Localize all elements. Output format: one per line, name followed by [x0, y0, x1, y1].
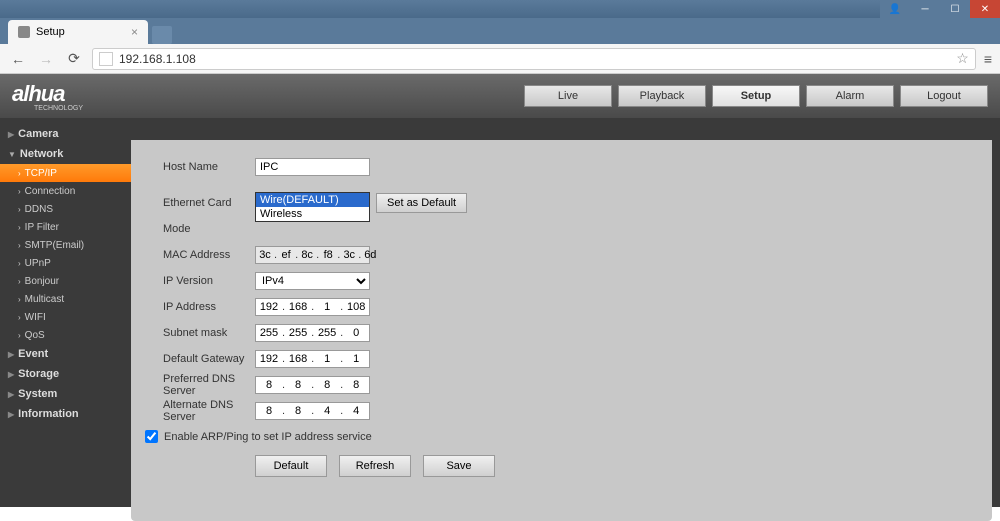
mode-label: Mode — [163, 223, 255, 235]
sidebar-item-ddns[interactable]: ›DDNS — [0, 200, 131, 218]
back-button[interactable]: ← — [8, 49, 28, 69]
alt-dns-input[interactable]: . . . — [255, 402, 370, 420]
tab-title: Setup — [36, 26, 65, 38]
alt-dns-label: Alternate DNS Server — [163, 399, 255, 423]
page-icon — [99, 52, 113, 66]
mac-address-display: . . . . . — [255, 246, 370, 264]
tab-alarm[interactable]: Alarm — [806, 85, 894, 107]
default-button[interactable]: Default — [255, 455, 327, 477]
content-panel: Host Name Ethernet Card Wire(DEFAULT) Se… — [131, 140, 992, 521]
mac-label: MAC Address — [163, 249, 255, 261]
save-button[interactable]: Save — [423, 455, 495, 477]
sidebar-section-network[interactable]: ▼Network — [0, 144, 131, 164]
ip-address-input[interactable]: . . . — [255, 298, 370, 316]
ip-address-label: IP Address — [163, 301, 255, 313]
bookmark-icon[interactable]: ☆ — [956, 50, 969, 67]
arp-checkbox[interactable] — [145, 430, 158, 443]
sidebar-item-tcpip[interactable]: ›TCP/IP — [0, 164, 131, 182]
subnet-label: Subnet mask — [163, 327, 255, 339]
sidebar-section-information[interactable]: ▶Information — [0, 404, 131, 424]
tab-setup[interactable]: Setup — [712, 85, 800, 107]
gateway-label: Default Gateway — [163, 353, 255, 365]
ip-version-select[interactable]: IPv4 — [255, 272, 370, 290]
minimize-button[interactable]: ─ — [910, 0, 940, 18]
sidebar-item-wifi[interactable]: ›WIFI — [0, 308, 131, 326]
logo: alhua TECHNOLOGY — [12, 81, 83, 112]
sidebar-item-connection[interactable]: ›Connection — [0, 182, 131, 200]
pref-dns-input[interactable]: . . . — [255, 376, 370, 394]
host-name-label: Host Name — [163, 161, 255, 173]
tab-close-icon[interactable]: × — [131, 25, 138, 39]
sidebar-section-system[interactable]: ▶System — [0, 384, 131, 404]
browser-titlebar: 👤 ─ ☐ ✕ — [0, 0, 1000, 18]
sidebar-item-qos[interactable]: ›QoS — [0, 326, 131, 344]
set-default-button[interactable]: Set as Default — [376, 193, 467, 213]
sidebar: ▶Camera ▼Network ›TCP/IP ›Connection ›DD… — [0, 118, 131, 507]
host-name-input[interactable] — [255, 158, 370, 176]
ethernet-card-label: Ethernet Card — [163, 197, 255, 209]
ip-version-label: IP Version — [163, 275, 255, 287]
sidebar-item-ipfilter[interactable]: ›IP Filter — [0, 218, 131, 236]
tab-logout[interactable]: Logout — [900, 85, 988, 107]
browser-toolbar: ← → ⟳ 192.168.1.108 ☆ ≡ — [0, 44, 1000, 74]
pref-dns-label: Preferred DNS Server — [163, 373, 255, 397]
sidebar-section-event[interactable]: ▶Event — [0, 344, 131, 364]
url-text: 192.168.1.108 — [119, 52, 196, 66]
subnet-input[interactable]: . . . — [255, 324, 370, 342]
maximize-button[interactable]: ☐ — [940, 0, 970, 18]
dropdown-option-wire[interactable]: Wire(DEFAULT) — [256, 193, 369, 207]
reload-button[interactable]: ⟳ — [64, 49, 84, 69]
menu-icon[interactable]: ≡ — [984, 51, 992, 67]
sidebar-item-smtp[interactable]: ›SMTP(Email) — [0, 236, 131, 254]
sidebar-item-bonjour[interactable]: ›Bonjour — [0, 272, 131, 290]
arp-checkbox-label: Enable ARP/Ping to set IP address servic… — [164, 431, 372, 443]
address-bar[interactable]: 192.168.1.108 ☆ — [92, 48, 976, 70]
tab-playback[interactable]: Playback — [618, 85, 706, 107]
new-tab-button[interactable] — [152, 26, 172, 44]
sidebar-section-storage[interactable]: ▶Storage — [0, 364, 131, 384]
close-button[interactable]: ✕ — [970, 0, 1000, 18]
ethernet-card-dropdown: Wire(DEFAULT) Wireless — [255, 192, 370, 222]
gateway-input[interactable]: . . . — [255, 350, 370, 368]
main-tabs: Live Playback Setup Alarm Logout — [524, 85, 988, 107]
sidebar-section-camera[interactable]: ▶Camera — [0, 124, 131, 144]
forward-button[interactable]: → — [36, 49, 56, 69]
refresh-button[interactable]: Refresh — [339, 455, 411, 477]
browser-tab[interactable]: Setup × — [8, 20, 148, 44]
tab-favicon-icon — [18, 26, 30, 38]
app-header: alhua TECHNOLOGY Live Playback Setup Ala… — [0, 74, 1000, 118]
tab-live[interactable]: Live — [524, 85, 612, 107]
sidebar-item-multicast[interactable]: ›Multicast — [0, 290, 131, 308]
sidebar-item-upnp[interactable]: ›UPnP — [0, 254, 131, 272]
browser-tabs: Setup × — [0, 18, 1000, 44]
user-icon[interactable]: 👤 — [880, 0, 910, 18]
dropdown-option-wireless[interactable]: Wireless — [256, 207, 369, 221]
